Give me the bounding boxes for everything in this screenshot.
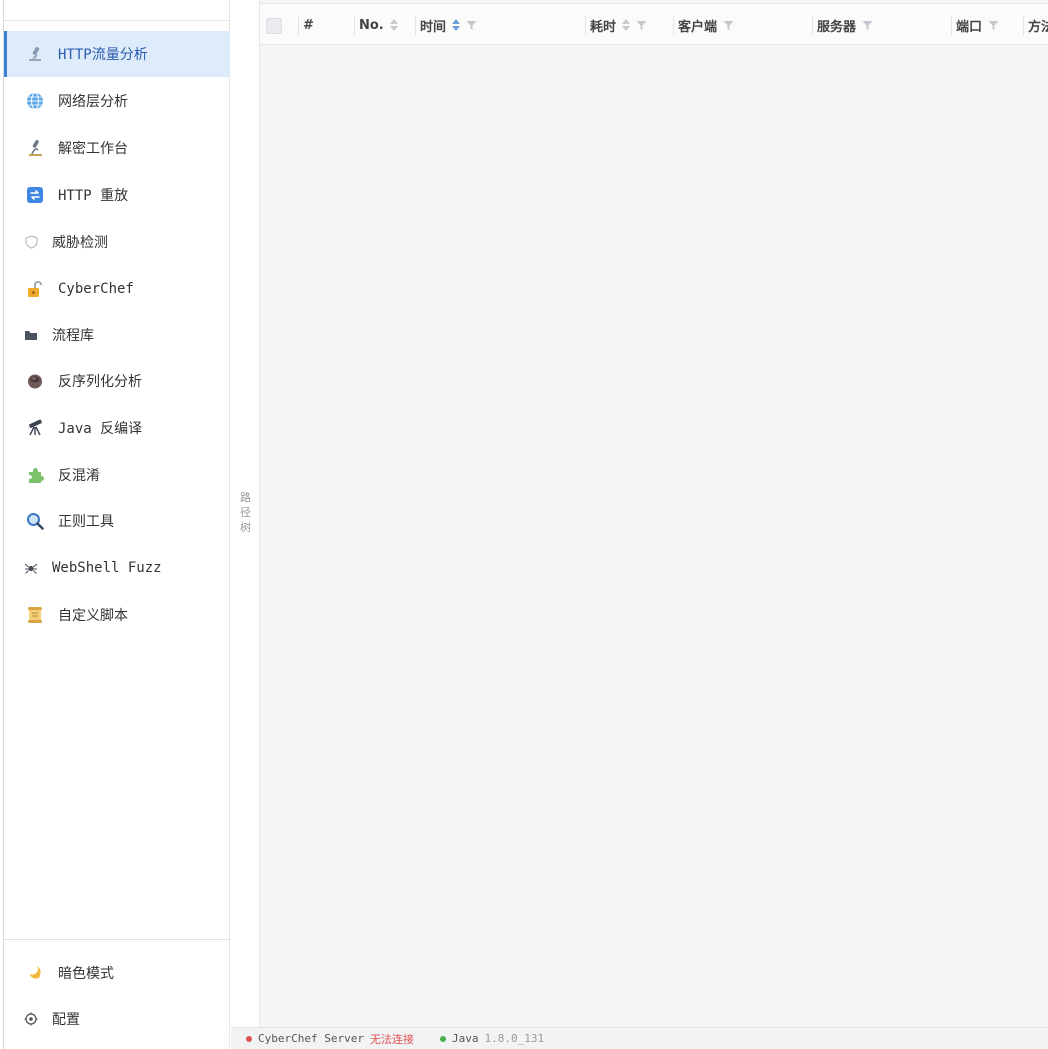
column-header-time[interactable]: 时间 — [415, 4, 585, 46]
column-label: 时间 — [420, 19, 447, 35]
nav-item-webshell-fuzz[interactable]: WebShell Fuzz — [4, 545, 230, 591]
traffic-table: # No. 时间 耗时 客户端 服务器 端口 方法 — [260, 0, 1048, 1027]
table-header: # No. 时间 耗时 客户端 服务器 端口 方法 — [260, 3, 1048, 45]
nav-item-label: 反混淆 — [58, 468, 100, 484]
settings-button[interactable]: 配置 — [4, 996, 230, 1042]
globe-icon — [24, 90, 46, 112]
moon-icon — [24, 962, 46, 984]
select-all-checkbox[interactable] — [266, 18, 282, 34]
column-header-index[interactable]: # — [298, 4, 354, 46]
column-header-client[interactable]: 客户端 — [673, 4, 812, 46]
path-tree-panel-collapsed[interactable]: 路径树 — [231, 0, 260, 1027]
gear-icon — [24, 1008, 38, 1030]
sort-icon[interactable] — [452, 19, 461, 31]
filter-icon[interactable] — [723, 20, 734, 31]
column-separator — [354, 15, 355, 35]
status-dot — [246, 1035, 252, 1042]
telescope-icon — [24, 417, 46, 439]
java-status: Java 1.8.0_131 — [439, 1032, 545, 1045]
nav-item-deobfuscation[interactable]: 反混淆 — [4, 452, 230, 498]
column-separator — [585, 15, 586, 35]
nav-item-label: 威胁检测 — [52, 235, 108, 251]
nav-item-label: 网络层分析 — [58, 94, 128, 110]
nav-item-decrypt-workbench[interactable]: 解密工作台 — [4, 125, 230, 171]
path-tree-label: 路径树 — [231, 490, 260, 535]
nav-item-java-decompile[interactable]: Java 反编译 — [4, 405, 230, 451]
microscope-icon — [24, 43, 46, 65]
spider-icon — [24, 557, 38, 579]
folder-icon — [24, 324, 38, 346]
nav-item-label: 反序列化分析 — [58, 374, 142, 390]
nav-item-label: 自定义脚本 — [58, 608, 128, 624]
nav-item-label: 正则工具 — [58, 514, 114, 530]
nav-item-label: Java 反编译 — [58, 421, 143, 437]
filter-icon[interactable] — [466, 20, 477, 31]
coffee-icon — [24, 370, 46, 392]
column-label: 客户端 — [678, 19, 718, 35]
column-header-method[interactable]: 方法 — [1023, 4, 1048, 46]
column-header-duration[interactable]: 耗时 — [585, 4, 673, 46]
nav-item-label: HTTP流量分析 — [58, 47, 148, 63]
nav-item-label: WebShell Fuzz — [52, 560, 162, 576]
unlock-icon — [24, 278, 46, 300]
column-separator — [673, 15, 674, 35]
microscope-icon — [24, 137, 46, 159]
nav-item-custom-script[interactable]: 自定义脚本 — [4, 592, 230, 638]
filter-icon[interactable] — [636, 20, 647, 31]
column-separator — [415, 15, 416, 35]
nav-item-http-replay[interactable]: HTTP 重放 — [4, 172, 230, 218]
sidebar-top-bar — [4, 0, 229, 21]
scroll-icon — [24, 604, 46, 626]
nav-item-cyberchef[interactable]: CyberChef — [4, 266, 230, 312]
cyberchef-status: CyberChef Server 无法连接 — [246, 1031, 414, 1047]
column-label: 服务器 — [817, 19, 857, 35]
column-separator — [298, 15, 299, 35]
java-version: 1.8.0_131 — [484, 1032, 545, 1045]
nav-item-deserialization-analysis[interactable]: 反序列化分析 — [4, 358, 230, 404]
settings-label: 配置 — [52, 1012, 80, 1028]
path-tree-text: 路径树 — [240, 491, 251, 534]
cyberchef-label: CyberChef Server — [258, 1032, 364, 1045]
column-header-no[interactable]: No. — [354, 4, 415, 46]
column-label: 端口 — [956, 19, 983, 35]
sidebar: HTTP流量分析 网络层分析 解密工作台 HTTP 重放 威胁检测 CyberC… — [3, 0, 230, 1049]
column-label: # — [303, 17, 314, 33]
column-header-port[interactable]: 端口 — [951, 4, 1023, 46]
nav-item-network-layer-analysis[interactable]: 网络层分析 — [4, 78, 230, 124]
sort-icon[interactable] — [389, 19, 398, 31]
column-separator — [1023, 15, 1024, 35]
status-bar: CyberChef Server 无法连接 Java 1.8.0_131 — [231, 1027, 1048, 1049]
filter-icon[interactable] — [988, 20, 999, 31]
column-header-server[interactable]: 服务器 — [812, 4, 951, 46]
column-separator — [951, 15, 952, 35]
puzzle-icon — [24, 464, 46, 486]
cyberchef-state: 无法连接 — [369, 1032, 414, 1046]
column-separator — [812, 15, 813, 35]
status-dot — [439, 1035, 446, 1042]
dark-mode-label: 暗色模式 — [58, 966, 114, 982]
column-label: 耗时 — [590, 19, 617, 35]
nav-item-label: HTTP 重放 — [58, 188, 129, 204]
column-label: 方法 — [1028, 19, 1048, 35]
filter-icon[interactable] — [862, 20, 873, 31]
column-label: No. — [359, 17, 384, 33]
java-label: Java — [451, 1032, 479, 1045]
nav-item-http-traffic-analysis[interactable]: HTTP流量分析 — [4, 31, 230, 77]
nav-item-label: CyberChef — [58, 281, 134, 297]
nav-item-regex-tool[interactable]: 正则工具 — [4, 498, 230, 544]
sidebar-divider — [4, 939, 230, 940]
nav-item-label: 解密工作台 — [58, 141, 128, 157]
nav-item-label: 流程库 — [52, 328, 94, 344]
repeat-icon — [24, 184, 46, 206]
shield-icon — [24, 231, 38, 253]
nav-item-threat-detection[interactable]: 威胁检测 — [4, 219, 230, 265]
sort-icon[interactable] — [622, 19, 631, 31]
nav-item-flow-library[interactable]: 流程库 — [4, 312, 230, 358]
magnifier-icon — [24, 510, 46, 532]
dark-mode-toggle[interactable]: 暗色模式 — [4, 950, 230, 996]
